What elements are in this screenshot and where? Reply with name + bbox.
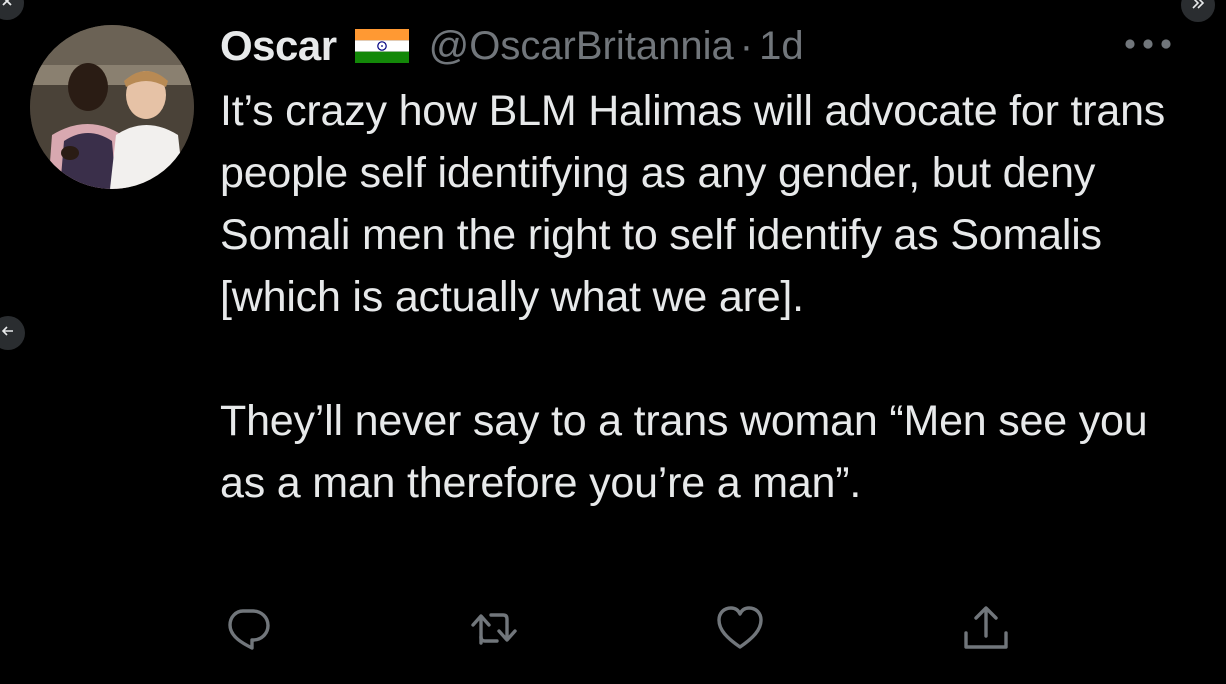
back-button[interactable] <box>0 316 25 350</box>
more-icon[interactable] <box>1124 34 1172 54</box>
arrow-left-icon <box>0 323 16 344</box>
close-button[interactable] <box>0 0 24 20</box>
avatar[interactable] <box>30 25 194 189</box>
reply-button[interactable] <box>222 602 274 654</box>
tweet-header: Oscar @OscarBritannia · 1d <box>220 18 804 74</box>
tweet-actions <box>0 602 1226 654</box>
tweet-text: It’s crazy how BLM Halimas will advocate… <box>220 80 1190 514</box>
retweet-button[interactable] <box>468 602 520 654</box>
separator-dot: · <box>739 23 754 68</box>
chevrons-right-icon <box>1190 0 1206 16</box>
close-icon <box>0 0 15 14</box>
reply-icon <box>223 603 273 653</box>
retweet-icon <box>469 603 519 653</box>
share-icon <box>961 603 1011 653</box>
tweet-paragraph: It’s crazy how BLM Halimas will advocate… <box>220 87 1166 321</box>
expand-button[interactable] <box>1181 0 1215 22</box>
display-name[interactable]: Oscar <box>220 22 337 70</box>
user-handle[interactable]: @OscarBritannia <box>429 24 734 69</box>
timestamp[interactable]: 1d <box>759 24 804 69</box>
india-flag-icon <box>354 29 409 63</box>
share-button[interactable] <box>960 602 1012 654</box>
heart-icon <box>715 603 765 653</box>
tweet-paragraph: They’ll never say to a trans woman “Men … <box>220 397 1148 507</box>
like-button[interactable] <box>714 602 766 654</box>
